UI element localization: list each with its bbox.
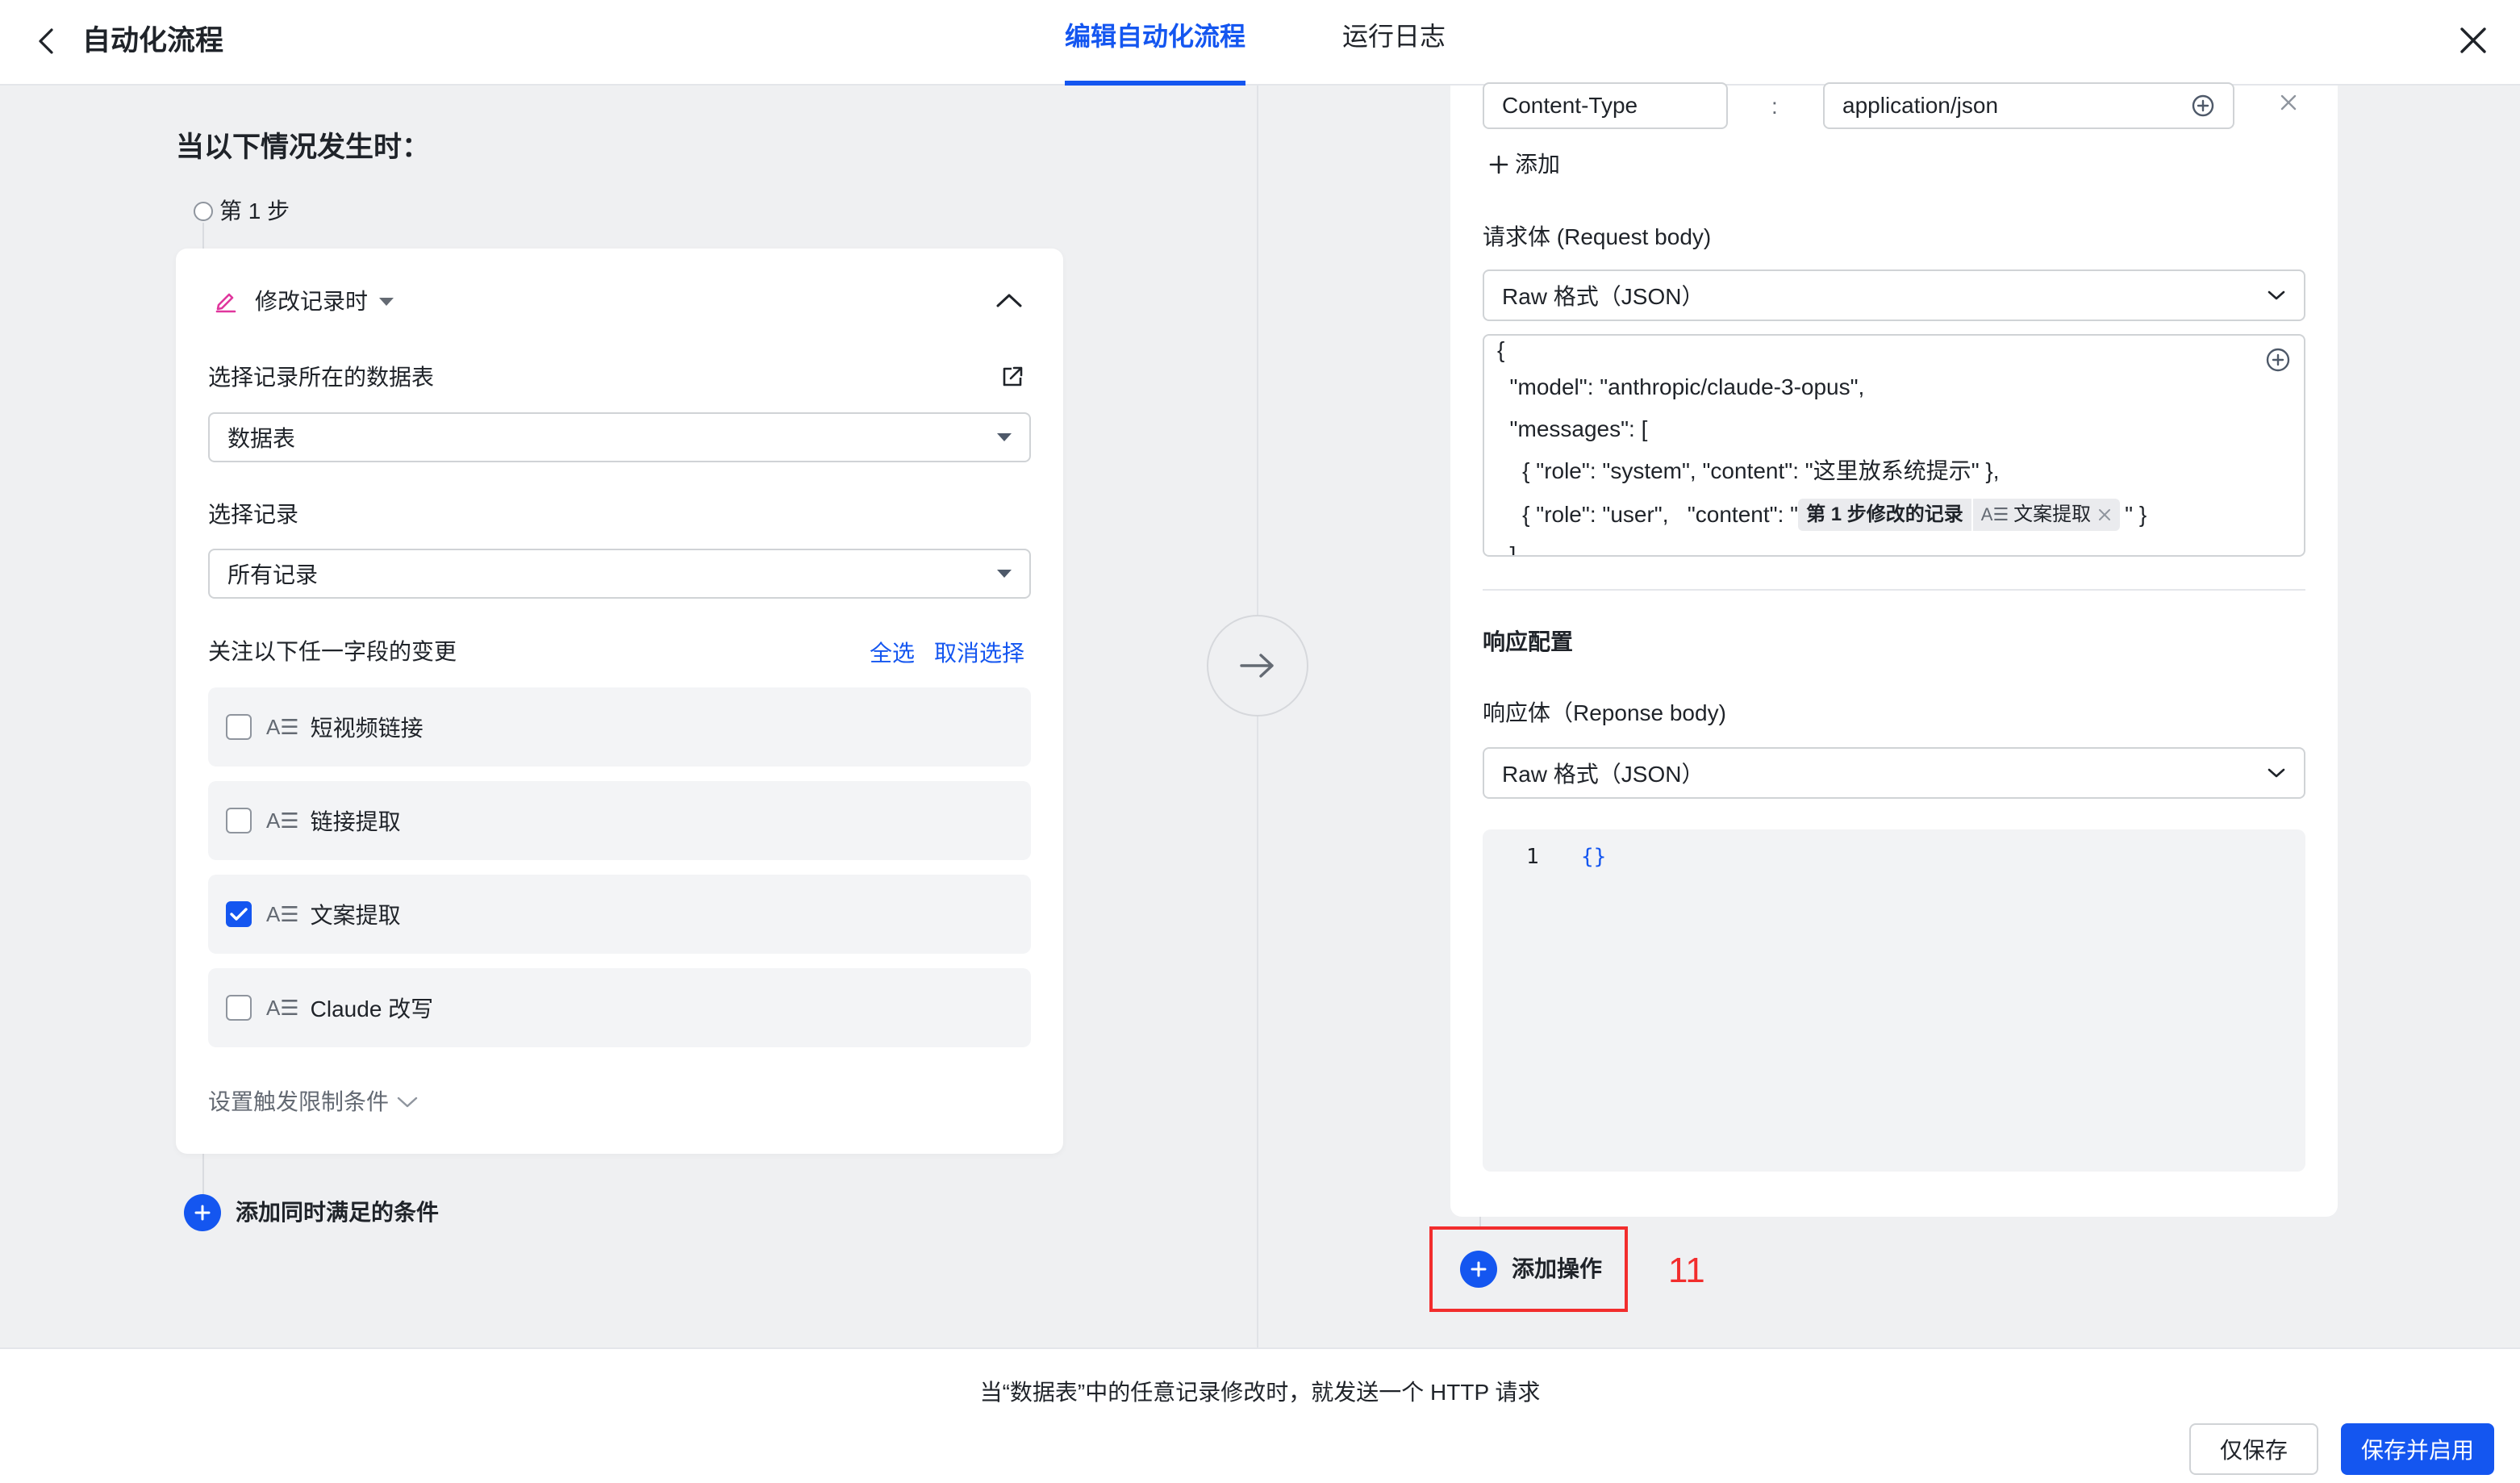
- check-icon: [230, 908, 248, 921]
- remove-header-icon[interactable]: [2280, 94, 2297, 111]
- request-body-editor[interactable]: { "model": "anthropic/claude-3-opus", "m…: [1483, 334, 2305, 557]
- field-option-label: 链接提取: [310, 809, 401, 834]
- variable-chip-field[interactable]: A☰ 文案提取: [1972, 499, 2121, 531]
- trigger-heading: 当以下情况发生时：: [176, 132, 431, 163]
- json-line-prefix: { "role": "user", "content": ": [1497, 502, 1799, 527]
- table-select-value: 数据表: [227, 426, 296, 451]
- field-option-label: 短视频链接: [310, 716, 423, 741]
- checkbox[interactable]: [226, 808, 252, 833]
- field-option-label: Claude 改写: [310, 996, 434, 1021]
- table-select[interactable]: 数据表: [208, 412, 1031, 462]
- checkbox[interactable]: [226, 995, 252, 1021]
- chevron-down-icon: [2268, 768, 2285, 778]
- page-title: 自动化流程: [82, 25, 224, 56]
- annotation-number: 11: [1668, 1251, 1705, 1290]
- request-body-label: 请求体 (Request body): [1483, 224, 1712, 249]
- top-bar: [0, 0, 2520, 86]
- request-body-format-select[interactable]: Raw 格式（JSON）: [1483, 269, 2305, 321]
- center-divider: [1257, 86, 1258, 1347]
- tab-run-log[interactable]: 运行日志: [1342, 18, 1446, 55]
- checkbox-checked[interactable]: [226, 901, 252, 927]
- header-separator: :: [1771, 94, 1778, 119]
- tab-edit-flow[interactable]: 编辑自动化流程: [1065, 18, 1245, 55]
- step-label: 第 1 步: [219, 198, 290, 223]
- response-body-code-editor[interactable]: 1 {}: [1483, 829, 2305, 1172]
- save-and-enable-button[interactable]: 保存并启用: [2341, 1423, 2494, 1475]
- text-field-icon: A☰: [266, 714, 299, 739]
- chevron-up-icon[interactable]: [995, 292, 1023, 308]
- response-body-format-select[interactable]: Raw 格式（JSON）: [1483, 747, 2305, 799]
- add-action-button[interactable]: 添加操作: [1429, 1226, 1628, 1312]
- pencil-icon: [213, 287, 239, 313]
- json-line: "messages": [: [1497, 416, 1648, 441]
- field-option[interactable]: A☰ 文案提取: [208, 875, 1031, 954]
- response-body-label: 响应体（Reponse body): [1483, 700, 1726, 725]
- trigger-event-label: 修改记录时: [255, 289, 369, 314]
- plus-icon: [1460, 1251, 1497, 1288]
- active-tab-indicator: [1065, 81, 1245, 86]
- select-all-link[interactable]: 全选: [870, 637, 915, 670]
- flow-summary: 当“数据表”中的任意记录修改时，就发送一个 HTTP 请求: [979, 1380, 1541, 1405]
- step-dot: [194, 202, 213, 221]
- external-link-icon[interactable]: [1000, 365, 1024, 389]
- json-line-suffix: " }: [2125, 502, 2147, 527]
- footer-bar: [0, 1347, 2520, 1483]
- caret-down-icon: [997, 570, 1012, 578]
- code-text: {}: [1581, 845, 1607, 869]
- chevron-down-icon: [2268, 290, 2285, 300]
- response-body-format-value: Raw 格式（JSON）: [1502, 762, 1704, 787]
- record-select-value: 所有记录: [227, 562, 319, 587]
- chevron-down-icon: [397, 1097, 418, 1108]
- record-select[interactable]: 所有记录: [208, 549, 1031, 599]
- add-condition-button[interactable]: 添加同时满足的条件: [184, 1194, 439, 1231]
- text-field-icon: A☰: [266, 808, 299, 833]
- field-option[interactable]: A☰ 短视频链接: [208, 687, 1031, 767]
- header-value-text: application/json: [1842, 93, 1999, 118]
- trigger-limit-label: 设置触发限制条件: [208, 1089, 390, 1114]
- add-header-button[interactable]: 添加: [1489, 148, 1560, 181]
- close-icon[interactable]: [2449, 16, 2497, 65]
- field-option[interactable]: A☰ 链接提取: [208, 781, 1031, 860]
- text-field-icon: A☰: [1980, 504, 2009, 524]
- add-variable-icon[interactable]: [2265, 347, 2291, 373]
- text-field-icon: A☰: [266, 995, 299, 1020]
- remove-chip-icon: [2099, 509, 2111, 520]
- record-select-label: 选择记录: [208, 502, 299, 527]
- code-line-number: 1: [1526, 845, 1539, 869]
- section-divider: [1483, 589, 2305, 591]
- response-config-heading: 响应配置: [1483, 629, 1574, 654]
- caret-down-icon: [997, 433, 1012, 441]
- watch-fields-label: 关注以下任一字段的变更: [208, 639, 457, 664]
- json-line: "model": "anthropic/claude-3-opus",: [1497, 374, 1865, 399]
- caret-down-icon: [379, 298, 394, 306]
- save-button[interactable]: 仅保存: [2189, 1423, 2318, 1475]
- variable-chip-field-label: 文案提取: [2013, 503, 2092, 525]
- table-select-label: 选择记录所在的数据表: [208, 365, 435, 390]
- variable-chip-step[interactable]: 第 1 步修改的记录: [1798, 499, 1971, 531]
- json-line: { "role": "system", "content": "这里放系统提示"…: [1497, 458, 2000, 483]
- add-action-label: 添加操作: [1512, 1256, 1603, 1281]
- header-key-value: Content-Type: [1502, 93, 1638, 118]
- plus-icon: [1489, 155, 1508, 174]
- add-header-label: 添加: [1515, 152, 1561, 177]
- flow-arrow-icon: [1207, 615, 1308, 716]
- json-line: {: [1497, 337, 1505, 362]
- field-option-label: 文案提取: [310, 903, 401, 928]
- text-field-icon: A☰: [266, 901, 299, 926]
- field-option[interactable]: A☰ Claude 改写: [208, 968, 1031, 1047]
- request-body-format-value: Raw 格式（JSON）: [1502, 284, 1704, 309]
- back-icon[interactable]: [23, 18, 69, 65]
- deselect-link[interactable]: 取消选择: [934, 637, 1024, 670]
- json-line-with-variable: { "role": "user", "content": " 第 1 步修改的记…: [1497, 499, 2147, 531]
- checkbox[interactable]: [226, 714, 252, 740]
- trigger-event-select[interactable]: 修改记录时: [255, 286, 394, 318]
- json-line: ]: [1497, 542, 1517, 557]
- add-condition-label: 添加同时满足的条件: [236, 1200, 440, 1225]
- plus-icon: [184, 1194, 221, 1231]
- header-key-input[interactable]: Content-Type: [1483, 82, 1728, 129]
- trigger-limit-toggle[interactable]: 设置触发限制条件: [208, 1086, 418, 1118]
- add-variable-icon: [2192, 94, 2214, 117]
- header-value-input[interactable]: application/json: [1823, 82, 2234, 129]
- connector-line: [1479, 1217, 1481, 1226]
